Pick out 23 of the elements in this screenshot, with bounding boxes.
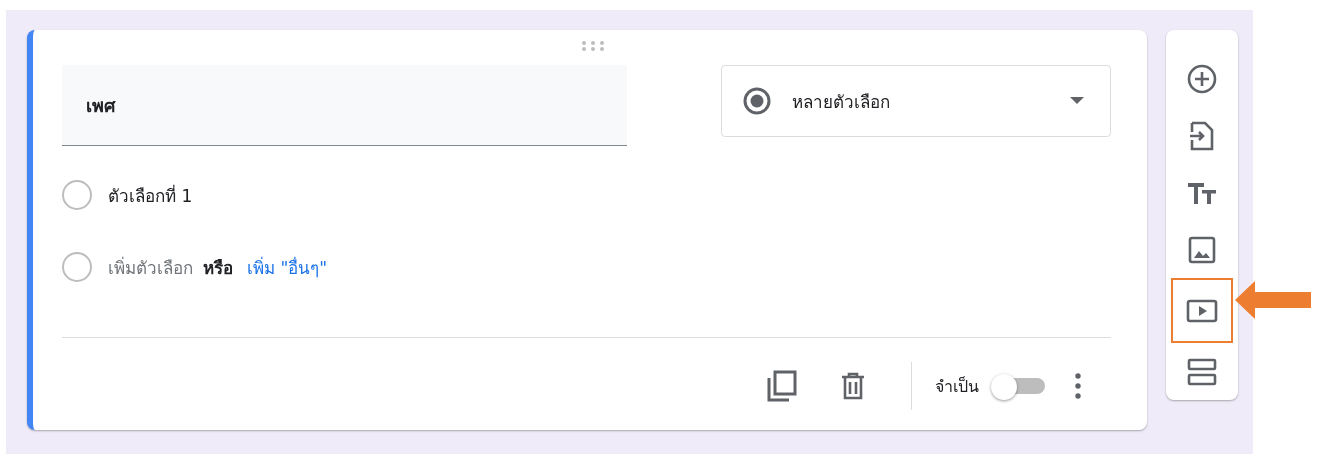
or-text: หรือ: [203, 256, 233, 280]
option-label[interactable]: ตัวเลือกที่ 1: [108, 181, 193, 209]
add-other-link[interactable]: เพิ่ม "อื่นๆ": [247, 253, 328, 281]
required-toggle[interactable]: [991, 374, 1045, 398]
add-icon: [1187, 63, 1217, 94]
delete-icon[interactable]: [841, 372, 865, 400]
duplicate-icon[interactable]: [767, 370, 797, 402]
question-type-dropdown[interactable]: หลายตัวเลือก: [721, 65, 1111, 137]
video-tool-button[interactable]: [1171, 278, 1233, 343]
import-icon: [1189, 120, 1215, 151]
more-options-icon[interactable]: [1075, 373, 1081, 399]
video-icon: [1186, 298, 1218, 323]
radio-button[interactable]: [62, 180, 92, 210]
text-size-icon: [1187, 180, 1217, 205]
radio-icon: [742, 86, 772, 116]
section-icon: [1187, 357, 1217, 386]
add-option-link[interactable]: เพิ่มตัวเลือก: [108, 253, 193, 281]
required-label: จำเป็น: [935, 375, 979, 398]
question-title-field[interactable]: เพศ: [62, 65, 627, 146]
question-type-label: หลายตัวเลือก: [792, 90, 891, 114]
drag-handle-icon[interactable]: [581, 41, 605, 51]
image-icon: [1188, 235, 1216, 264]
dropdown-caret-icon: [1070, 97, 1084, 105]
